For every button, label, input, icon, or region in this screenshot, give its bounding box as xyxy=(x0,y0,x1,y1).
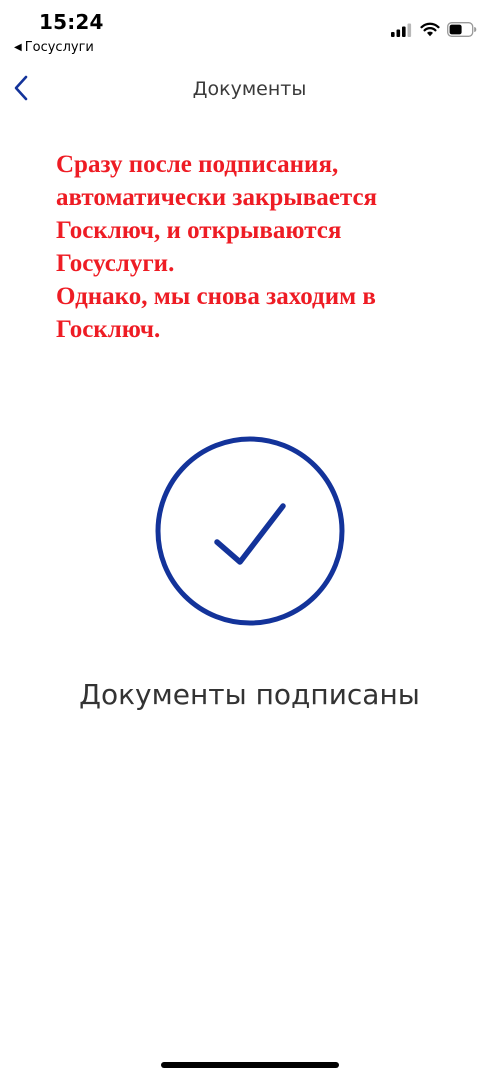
home-indicator[interactable] xyxy=(161,1062,339,1068)
battery-icon xyxy=(447,22,477,37)
annotation-line: Госключ. xyxy=(56,316,161,343)
check-circle-icon xyxy=(155,436,345,626)
annotation-line: автоматически закрывается xyxy=(56,184,378,211)
back-triangle-icon: ◀ xyxy=(14,42,22,53)
status-time: 15:24 xyxy=(39,10,104,34)
status-bar: 15:24 ◀ Госуслуги xyxy=(0,0,499,62)
annotation-text: Сразу после подписания, автоматически за… xyxy=(56,148,476,346)
annotation-line: Госуслуги. xyxy=(56,250,175,277)
annotation-line: Сразу после подписания, xyxy=(56,151,339,178)
nav-bar: Документы xyxy=(0,62,499,116)
back-to-app-link[interactable]: ◀ Госуслуги xyxy=(14,40,94,55)
annotation-line: Однако, мы снова заходим в xyxy=(56,283,376,310)
status-icons xyxy=(391,22,477,37)
success-indicator xyxy=(155,436,345,626)
cellular-signal-icon xyxy=(391,23,412,37)
back-app-label: Госуслуги xyxy=(24,40,94,55)
page-title: Документы xyxy=(192,78,307,100)
status-message: Документы подписаны xyxy=(79,678,420,711)
wifi-icon xyxy=(420,22,440,37)
annotation-line: Госключ, и открываются xyxy=(56,217,342,244)
